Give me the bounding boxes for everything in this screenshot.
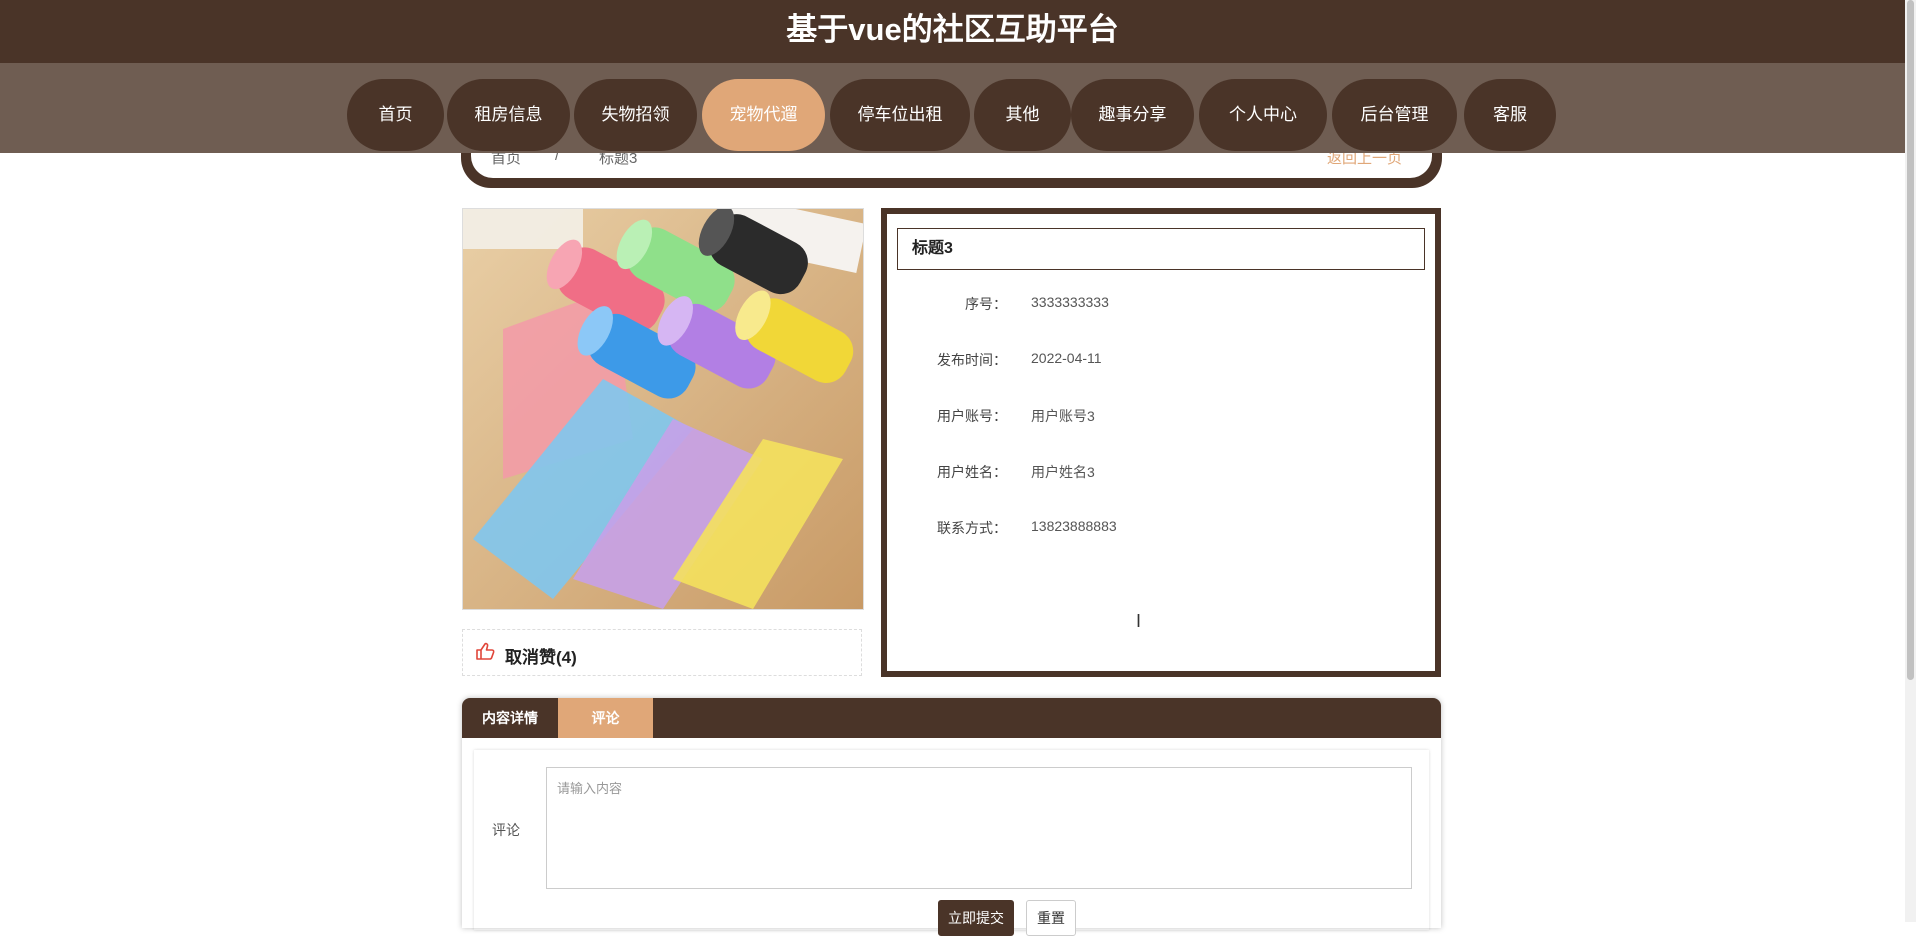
detail-title: 标题3 xyxy=(897,228,1425,270)
nav-item-parking[interactable]: 停车位出租 xyxy=(830,79,970,151)
field-value-publish-time: 2022-04-11 xyxy=(1031,350,1102,366)
nav-item-other[interactable]: 其他 xyxy=(974,79,1071,151)
tab-content-detail[interactable]: 内容详情 xyxy=(462,698,558,738)
reset-button[interactable]: 重置 xyxy=(1026,900,1076,936)
field-value-contact: 13823888883 xyxy=(1031,518,1117,534)
garbage-bag-rolls-illustration xyxy=(463,209,863,609)
tab-comment[interactable]: 评论 xyxy=(558,698,653,738)
field-value-id: 3333333333 xyxy=(1031,294,1109,310)
field-value-account: 用户账号3 xyxy=(1031,408,1095,424)
detail-row: 联系方式： 13823888883 xyxy=(887,518,1435,540)
field-label-publish-time: 发布时间： xyxy=(937,352,1007,368)
detail-row: 用户姓名： 用户姓名3 xyxy=(887,462,1435,484)
nav-item-service[interactable]: 客服 xyxy=(1464,79,1556,151)
nav-item-profile[interactable]: 个人中心 xyxy=(1199,79,1327,151)
site-title: 基于vue的社区互助平台 xyxy=(786,12,1119,47)
detail-row: 发布时间： 2022-04-11 xyxy=(887,350,1435,372)
comment-input[interactable] xyxy=(546,767,1412,889)
field-label-account: 用户账号： xyxy=(937,408,1007,424)
like-box[interactable]: 取消赞(4) xyxy=(462,629,862,676)
scrollbar-thumb[interactable] xyxy=(1907,0,1914,680)
unlike-button[interactable]: 取消赞(4) xyxy=(505,643,577,668)
detail-row: 序号： 3333333333 xyxy=(887,294,1435,316)
field-label-id: 序号： xyxy=(965,296,1007,312)
site-header: 基于vue的社区互助平台 xyxy=(0,0,1905,63)
field-label-contact: 联系方式： xyxy=(937,520,1007,536)
comment-label: 评论 xyxy=(492,822,520,838)
item-image xyxy=(462,208,864,610)
detail-row: 用户账号： 用户账号3 xyxy=(887,406,1435,428)
thumbs-up-icon[interactable] xyxy=(475,642,495,665)
detail-panel: 标题3 序号： 3333333333 发布时间： 2022-04-11 用户账号… xyxy=(881,208,1441,677)
tab-bar: 内容详情 评论 xyxy=(462,698,1441,738)
nav-item-rental[interactable]: 租房信息 xyxy=(447,79,570,151)
nav-item-admin[interactable]: 后台管理 xyxy=(1332,79,1457,151)
nav-item-lost-found[interactable]: 失物招领 xyxy=(574,79,697,151)
page-scrollbar[interactable] xyxy=(1905,0,1916,922)
nav-item-pet-walking[interactable]: 宠物代遛 xyxy=(702,79,825,151)
field-value-name: 用户姓名3 xyxy=(1031,464,1095,480)
nav-item-home[interactable]: 首页 xyxy=(347,79,444,151)
main-nav: 首页 租房信息 失物招领 宠物代遛 停车位出租 其他 趣事分享 个人中心 后台管… xyxy=(0,63,1905,153)
text-cursor-icon: I xyxy=(1136,611,1142,631)
nav-item-fun-share[interactable]: 趣事分享 xyxy=(1071,79,1194,151)
field-label-name: 用户姓名： xyxy=(937,464,1007,480)
submit-button[interactable]: 立即提交 xyxy=(938,900,1014,936)
